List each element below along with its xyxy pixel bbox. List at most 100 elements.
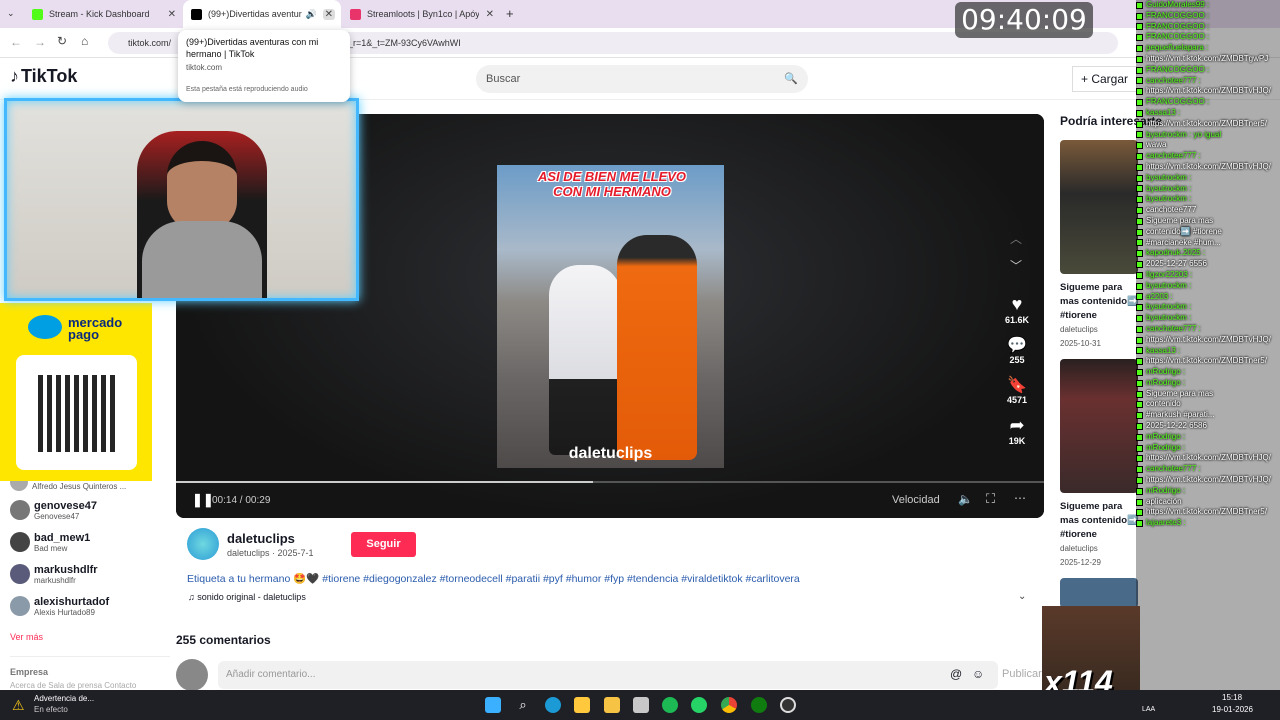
comment-input[interactable]: Añadir comentario... @ ☺ xyxy=(218,661,998,689)
kick-badge-icon xyxy=(1136,109,1143,117)
suggestion-thumbnail[interactable] xyxy=(1060,578,1138,608)
chat-message: https://vm.tiktok.com/ZMDBTvHJQ/ xyxy=(1136,335,1280,346)
chat-message-text: bysutrockm : xyxy=(1146,183,1192,193)
share-icon[interactable]: ➦ xyxy=(996,415,1038,436)
following-item[interactable]: bad_mew1 Bad mew xyxy=(10,526,170,558)
kick-badge-icon xyxy=(1136,358,1143,366)
speaker-icon[interactable]: 🔊 xyxy=(306,9,317,20)
chat-message-text: canchotee777 : xyxy=(1146,151,1201,161)
whatsapp-icon[interactable] xyxy=(691,697,707,713)
avatar xyxy=(10,481,28,491)
comment-icon[interactable]: 💬 xyxy=(996,335,1038,355)
chat-message: mRodrigo : xyxy=(1136,443,1280,454)
search-icon[interactable]: ⌕ xyxy=(515,697,531,713)
reload-icon[interactable]: ↻ xyxy=(57,34,67,48)
tiktok-logo[interactable]: ♪ TikTok xyxy=(10,66,77,87)
author-avatar[interactable] xyxy=(187,528,219,560)
chat-message-text: mRodrigo : xyxy=(1146,442,1186,452)
explorer-icon[interactable] xyxy=(604,697,620,713)
suggestion-desc[interactable]: Sigueme para mas contenido➡️ #tiorene #t… xyxy=(1060,500,1140,542)
notification-title[interactable]: Advertencia de... xyxy=(34,694,94,703)
home-icon[interactable]: ⌂ xyxy=(81,34,88,48)
chat-message-text: https://vm.tiktok.com/ZMDBTvHJQ/ xyxy=(1146,86,1271,96)
kick-badge-icon xyxy=(1136,466,1143,474)
company-links[interactable]: Acerca de Sala de prensa Contacto xyxy=(10,681,170,690)
volume-icon[interactable]: 🔈 xyxy=(958,492,973,506)
like-icon[interactable]: ♥ xyxy=(996,294,1038,315)
following-name: bad_mew1 xyxy=(34,531,91,544)
plus-icon: + xyxy=(1081,72,1092,86)
chat-message: pequeñuelapara : xyxy=(1136,43,1280,54)
kick-badge-icon xyxy=(1136,271,1143,279)
tab-kick-dashboard[interactable]: Stream - Kick Dashboard ✕ xyxy=(24,0,182,28)
kick-badge-icon xyxy=(1136,153,1143,161)
kick-badge-icon xyxy=(1136,239,1143,247)
see-more-link[interactable]: Ver más xyxy=(10,632,170,642)
chat-message: FRANCOGGOO : xyxy=(1136,97,1280,108)
emoji-icon[interactable]: ☺ xyxy=(972,667,984,681)
search-icon[interactable]: 🔍 xyxy=(784,65,798,93)
chrome-icon[interactable] xyxy=(721,697,737,713)
tab-close-icon[interactable]: ✕ xyxy=(168,9,176,20)
chat-message: https://vm.tiktok.com/ZMDBTner5/ xyxy=(1136,507,1280,518)
chat-message-text: aplicación xyxy=(1146,496,1182,506)
kick-badge-icon xyxy=(1136,315,1143,322)
fullscreen-icon[interactable]: ⛶ xyxy=(986,491,995,507)
tab-list-chevron-icon[interactable]: ⌄ xyxy=(7,8,15,19)
upload-label: Cargar xyxy=(1091,72,1129,86)
pause-icon[interactable]: ❚❚ xyxy=(192,492,214,508)
clock-date[interactable]: 19-01-2026 xyxy=(1212,705,1253,714)
forward-icon[interactable]: → xyxy=(34,35,46,49)
xbox-icon[interactable] xyxy=(751,697,767,713)
tab-close-icon[interactable]: ✕ xyxy=(486,9,494,20)
sound-link[interactable]: ♫ sonido original - daletuclips xyxy=(188,592,306,602)
tiktok-logo-text: TikTok xyxy=(21,66,78,86)
app-icon[interactable] xyxy=(633,697,649,713)
suggestion-thumbnail[interactable] xyxy=(1060,140,1138,274)
following-list: Alfredo Jesus Quinteros ... genovese47 G… xyxy=(10,478,170,690)
chat-message-text: https://vm.tiktok.com/ZMDBTner5/ xyxy=(1146,356,1267,366)
spotify-icon[interactable] xyxy=(662,697,678,713)
tab-tiktok[interactable]: (99+)Divertidas aventuras c 🔊 ✕ xyxy=(183,0,341,28)
back-icon[interactable]: ← xyxy=(10,35,22,49)
following-item[interactable]: alexishurtadof Alexis Hurtado89 xyxy=(10,590,170,622)
publish-button[interactable]: Publicar xyxy=(1002,668,1042,680)
obs-icon[interactable] xyxy=(780,697,796,713)
expand-chevron-icon[interactable]: ⌄ xyxy=(1018,591,1026,602)
following-item[interactable]: markushdlfr markushdlfr xyxy=(10,558,170,590)
clock-time[interactable]: 15:18 xyxy=(1222,693,1242,702)
chat-message: kapodnuk.2025 : xyxy=(1136,248,1280,259)
following-handle: Alexis Hurtado89 xyxy=(34,607,95,617)
language-indicator[interactable]: LAA xyxy=(1142,706,1155,713)
kick-badge-icon xyxy=(1136,174,1143,182)
time-readout: 00:14 / 00:29 xyxy=(212,495,271,506)
chat-message-text: bysutrockm : xyxy=(1146,194,1192,204)
kick-badge-icon xyxy=(1136,163,1143,171)
scroll-up-icon[interactable]: ︿ xyxy=(1010,230,1022,247)
upload-button[interactable]: + Cargar xyxy=(1072,66,1138,92)
tab-close-icon[interactable]: ✕ xyxy=(322,8,335,20)
suggestion-date: 2025-10-31 xyxy=(1060,339,1101,348)
edge-icon[interactable] xyxy=(545,697,561,713)
mention-icon[interactable]: @ xyxy=(950,667,962,681)
progress-fill xyxy=(176,481,593,483)
following-item[interactable]: genovese47 Genovese47 xyxy=(10,494,170,526)
speed-button[interactable]: Velocidad xyxy=(892,494,940,506)
scroll-down-icon[interactable]: ﹀ xyxy=(1010,257,1022,274)
notification-sub: En efecto xyxy=(34,705,68,714)
more-options-icon[interactable]: ⋯ xyxy=(1014,491,1026,505)
bookmark-icon[interactable]: 🔖 xyxy=(996,375,1038,395)
kick-badge-icon xyxy=(1136,45,1143,53)
tab-streamloots[interactable]: Streamloots | Byn1co | Apóyam ✕ xyxy=(342,0,500,28)
tiktok-favicon-icon xyxy=(191,8,202,20)
author-name[interactable]: daletuclips xyxy=(227,531,295,546)
suggestion-thumbnail[interactable] xyxy=(1060,359,1138,493)
company-heading[interactable]: Empresa xyxy=(10,667,170,677)
new-tab-button[interactable]: + xyxy=(506,6,514,21)
suggestion-desc[interactable]: Sigueme para mas contenido➡️ #tiorene #d… xyxy=(1060,281,1140,323)
follow-button[interactable]: Seguir xyxy=(351,532,416,557)
progress-track[interactable] xyxy=(176,481,1044,483)
windows-start-icon[interactable] xyxy=(485,697,501,713)
store-icon[interactable] xyxy=(574,697,590,713)
search-input[interactable]: Buscar 🔍 xyxy=(476,65,808,93)
